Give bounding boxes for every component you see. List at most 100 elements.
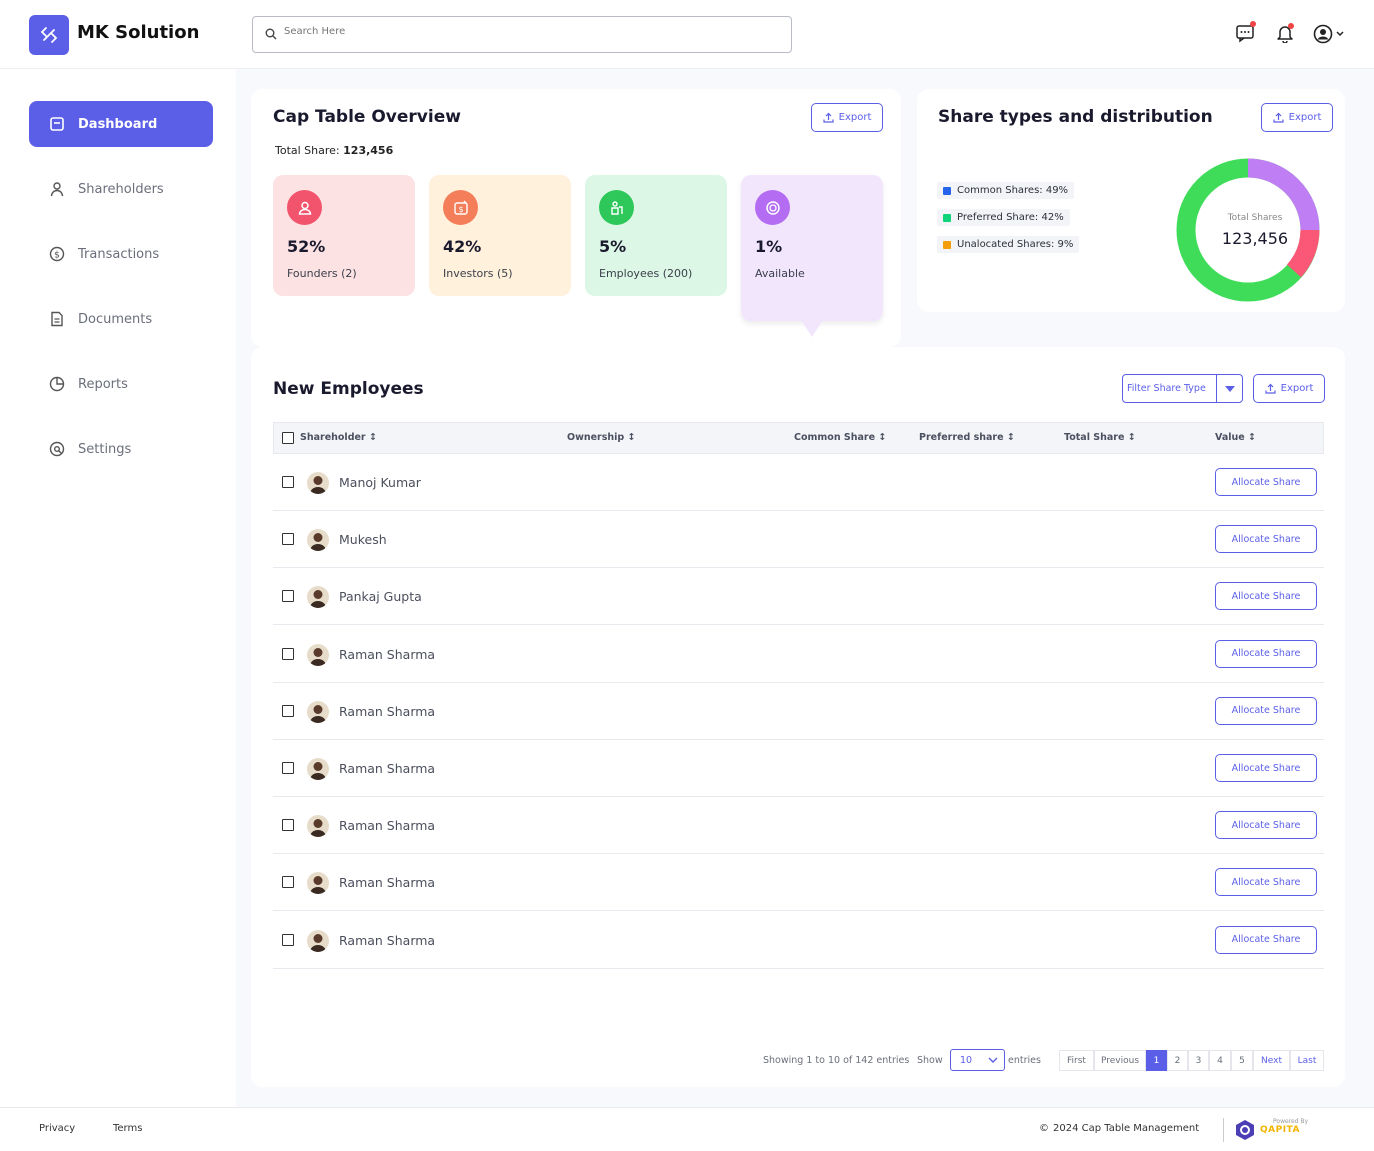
copyright-text: 2024 Cap Table Management [1053,1123,1200,1134]
page-button-3[interactable]: 3 [1188,1050,1209,1071]
app-name: MK Solution [77,22,200,43]
allocate-share-button[interactable]: Allocate Share [1215,811,1317,840]
sidebar-item-label: Dashboard [78,116,158,132]
page-previous-button[interactable]: Previous [1094,1050,1146,1071]
profile-icon[interactable] [1313,24,1349,48]
stat-label: Employees (200) [599,267,693,280]
bell-icon[interactable] [1275,23,1295,47]
allocate-share-button[interactable]: Allocate Share [1215,754,1317,782]
sidebar-item-shareholders[interactable]: Shareholders [29,166,213,212]
stat-employees[interactable]: 5% Employees (200) [585,175,727,296]
select-all-checkbox[interactable] [282,432,294,444]
shareholder-name: Raman Sharma [339,761,436,776]
sidebar-item-label: Reports [78,376,128,392]
upload-icon [1273,112,1284,123]
employees-export-button[interactable]: Export [1253,374,1325,403]
cap-table-export-button[interactable]: Export [811,103,883,132]
stat-percent: 1% [755,237,783,256]
row-checkbox[interactable] [282,762,294,774]
column-header-ownership[interactable]: Ownership ↕ [567,432,636,443]
row-checkbox[interactable] [282,819,294,832]
page-size-show-label: Show [917,1055,943,1066]
document-icon [47,309,67,329]
column-header-total-share[interactable]: Total Share ↕ [1064,432,1136,443]
allocate-share-button[interactable]: Allocate Share [1215,468,1317,496]
row-checkbox[interactable] [282,476,294,488]
legend-swatch [943,240,951,249]
avatar [307,586,329,609]
row-checkbox[interactable] [282,533,294,546]
row-checkbox[interactable] [282,704,294,717]
column-header-preferred-share[interactable]: Preferred share ↕ [919,432,1015,443]
sidebar-item-dashboard[interactable]: Dashboard [29,101,213,147]
column-header-common-share[interactable]: Common Share ↕ [794,432,886,443]
stat-label: Available [755,267,805,280]
page-button-5[interactable]: 5 [1231,1050,1253,1071]
search-icon [265,28,277,40]
avatar [307,529,329,552]
row-checkbox[interactable] [282,647,294,660]
copyright-icon: © [1039,1123,1049,1134]
messages-icon[interactable] [1235,21,1256,47]
sort-icon: ↕ [1248,432,1256,443]
terms-link[interactable]: Terms [113,1123,142,1134]
stat-label: Investors (5) [443,267,513,280]
share-types-export-button[interactable]: Export [1261,103,1333,132]
avatar [307,472,329,494]
page-button-1[interactable]: 1 [1146,1050,1167,1071]
allocate-share-button[interactable]: Allocate Share [1215,525,1317,554]
user-icon [47,179,67,199]
footer: Privacy Terms © 2024 Cap Table Managemen… [0,1107,1374,1151]
donut-center-label: Total Shares [1227,213,1283,223]
powered-by-label: Powered By [1273,1118,1309,1125]
total-share-text: Total Share: 123,456 [275,144,394,157]
page-last-button[interactable]: Last [1290,1050,1324,1071]
available-pointer [801,320,823,337]
employee-icon [599,190,634,225]
row-checkbox[interactable] [282,590,294,603]
caret-down-icon [1225,386,1235,392]
allocate-share-button[interactable]: Allocate Share [1215,639,1317,668]
cap-table-title: Cap Table Overview [273,107,461,127]
message-badge [1250,21,1256,27]
allocate-share-button[interactable]: Allocate Share [1215,925,1317,954]
sidebar-item-label: Settings [78,441,132,457]
page-next-button[interactable]: Next [1253,1050,1290,1071]
page-button-4[interactable]: 4 [1209,1050,1231,1071]
filter-share-type-dropdown[interactable]: Filter Share Type [1122,374,1243,403]
stat-investors[interactable]: $ 42% Investors (5) [429,175,571,296]
allocate-share-button[interactable]: Allocate Share [1215,868,1317,897]
search-box[interactable] [252,16,792,53]
shareholder-name: Raman Sharma [339,818,436,834]
search-input[interactable] [284,26,764,37]
dashboard-icon [47,114,67,134]
sidebar-item-label: Transactions [78,246,160,262]
page-size-select[interactable]: 10 [950,1049,1005,1071]
sidebar-item-settings[interactable]: Settings [29,426,213,472]
stat-founders[interactable]: 52% Founders (2) [273,175,415,296]
stat-available[interactable]: 1% Available [741,175,883,321]
row-checkbox[interactable] [282,933,294,946]
row-checkbox[interactable] [282,876,294,889]
top-header: MK Solution [0,0,1374,69]
page-first-button[interactable]: First [1059,1050,1094,1071]
privacy-link[interactable]: Privacy [39,1123,75,1134]
column-header-value[interactable]: Value ↕ [1215,432,1256,443]
investor-icon: $ [443,190,478,225]
sidebar-item-reports[interactable]: Reports [29,361,213,407]
founder-icon [287,190,322,225]
allocate-share-button[interactable]: Allocate Share [1215,582,1317,611]
sidebar-item-documents[interactable]: Documents [29,296,213,342]
notification-badge [1288,23,1294,29]
pagination-summary: Showing 1 to 10 of 142 entries [763,1055,910,1066]
sidebar-item-transactions[interactable]: $ Transactions [29,231,213,277]
page-button-2[interactable]: 2 [1167,1050,1188,1071]
table-row: Manoj Kumar Allocate Share [273,454,1324,511]
column-header-shareholder[interactable]: Shareholder ↕ [300,432,377,443]
legend-preferred: Preferred Share: 42% [937,209,1070,226]
table-row: Raman Sharma Allocate Share [273,683,1324,740]
logo-icon[interactable] [29,15,69,55]
allocate-share-button[interactable]: Allocate Share [1215,696,1317,725]
legend-unallocated: Unalocated Shares: 9% [937,236,1080,253]
qapita-logo-icon [1236,1120,1254,1140]
